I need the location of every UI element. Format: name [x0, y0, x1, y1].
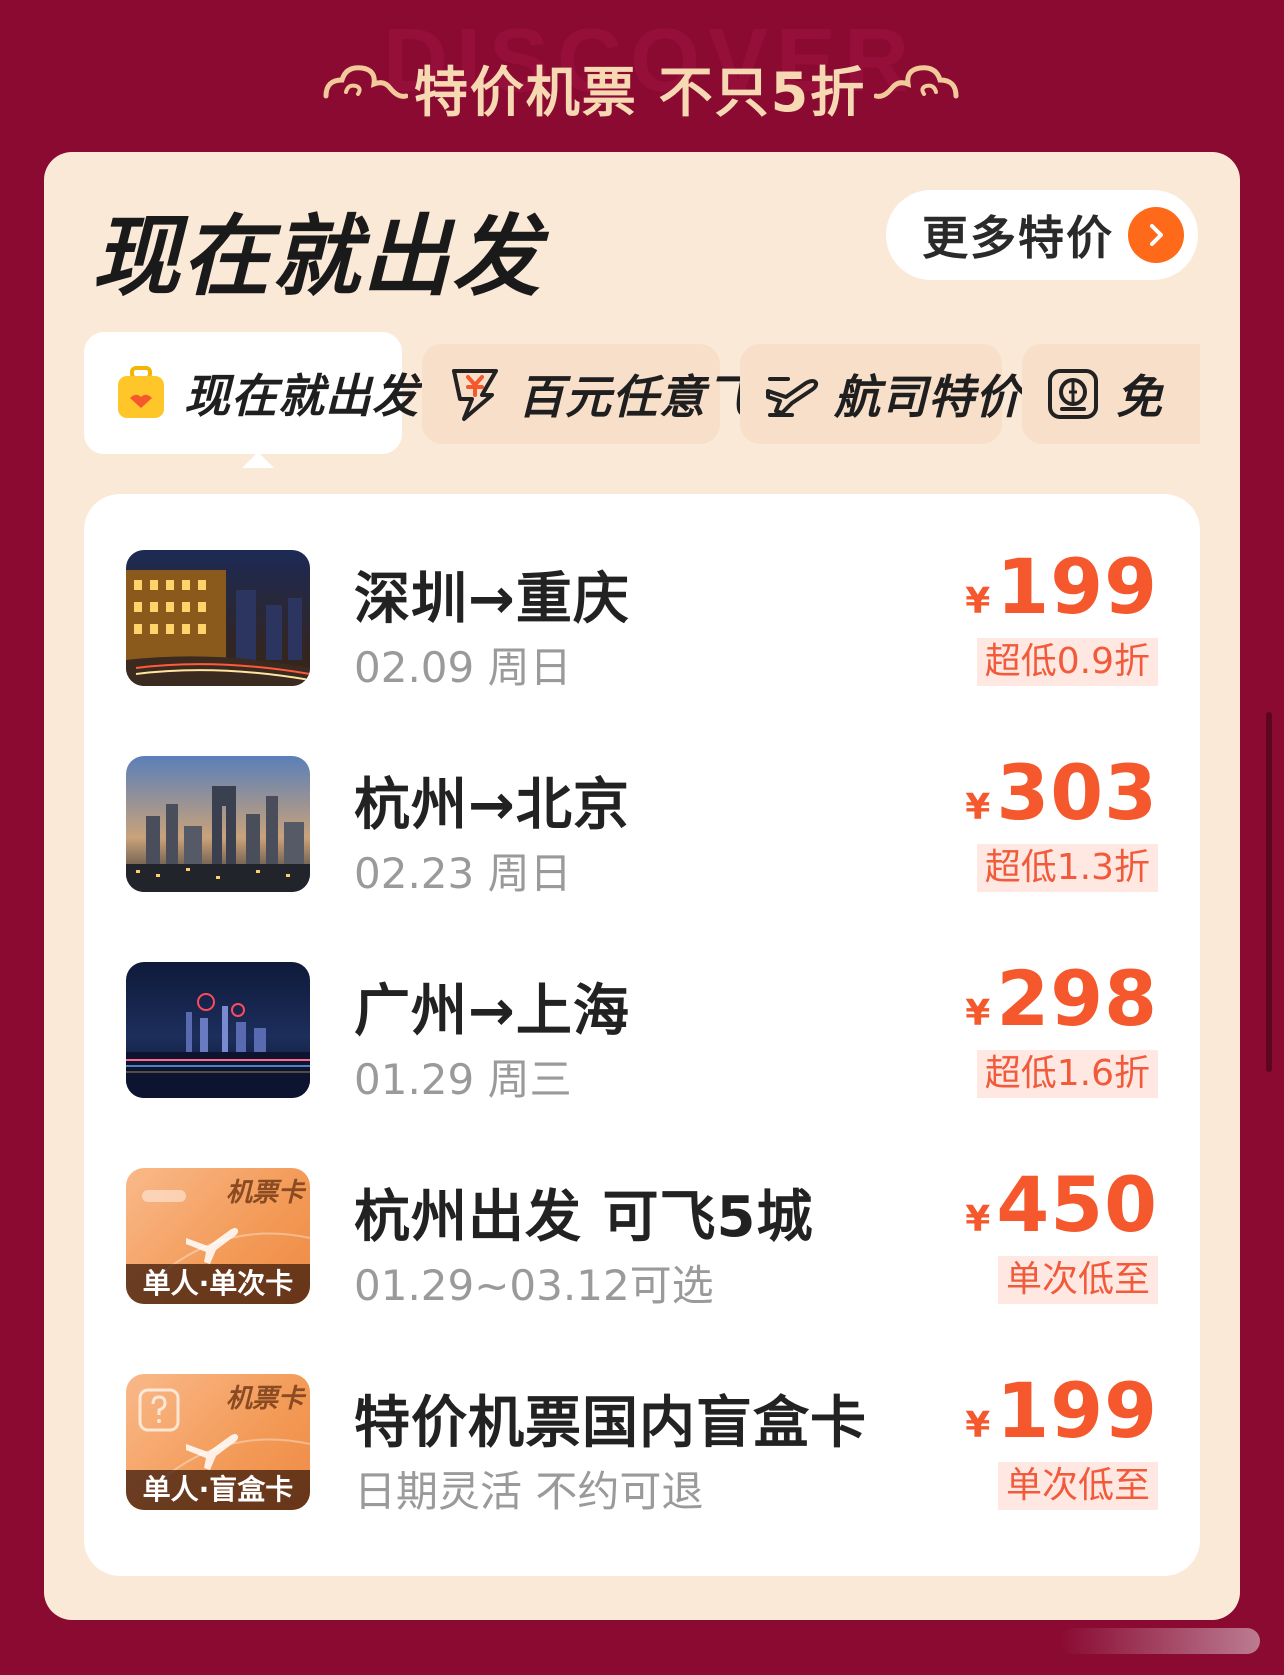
price: ¥199 [965, 1366, 1158, 1455]
price: ¥199 [965, 542, 1158, 631]
price-amount: 199 [996, 542, 1158, 631]
ticket-card-thumbnail: 机票卡 单人·单次卡 [126, 1168, 310, 1304]
deals-card: 现在就出发 更多特价 现在就出发 百元任意飞 航司特价 免 深圳→重庆 02.0… [44, 152, 1240, 1620]
suitcase-icon [118, 366, 164, 418]
tab-airline-deals[interactable]: 航司特价 [740, 344, 1021, 444]
currency-symbol: ¥ [965, 1405, 991, 1446]
chevron-right-icon [1128, 207, 1184, 263]
discount-badge: 超低0.9折 [976, 638, 1158, 686]
tab-label: 免 [1116, 370, 1163, 424]
deal-row[interactable]: 深圳→重庆 02.09 周日 ¥199 超低0.9折 [84, 524, 1200, 704]
currency-symbol: ¥ [965, 993, 991, 1034]
tab-label: 百元任意飞 [518, 370, 753, 424]
route-title: 深圳→重庆 [354, 567, 630, 632]
price-amount: 199 [996, 1366, 1158, 1455]
blind-box-card-thumbnail: 机票卡 单人·盲盒卡 [126, 1374, 310, 1510]
discount-badge: 超低1.3折 [976, 844, 1158, 892]
page: DISCOVER 特价机票 不只5折 现在就出发 更多特价 现在就出发 百元任意… [0, 0, 1284, 1675]
passport-icon [1048, 369, 1098, 419]
more-deals-label: 更多特价 [922, 211, 1114, 265]
destination-thumbnail [126, 756, 310, 892]
price-amount: 303 [996, 748, 1158, 837]
destination-thumbnail [126, 550, 310, 686]
price-note-badge: 单次低至 [997, 1256, 1158, 1304]
deal-subtitle: 01.29~03.12可选 [354, 1261, 714, 1310]
tab-visa-free[interactable]: 免 [1022, 344, 1200, 444]
deal-subtitle: 日期灵活 不约可退 [354, 1467, 704, 1516]
route-title: 杭州→北京 [354, 773, 630, 838]
price: ¥450 [965, 1160, 1158, 1249]
tab-hundred-yuan-fly[interactable]: 百元任意飞 [422, 344, 752, 444]
scrollbar[interactable] [1266, 712, 1272, 1072]
banner-title: 特价机票 不只5折 [413, 61, 867, 124]
destination-thumbnail [126, 962, 310, 1098]
deal-title: 特价机票国内盲盒卡 [354, 1391, 867, 1456]
bottom-fade [1060, 1628, 1260, 1654]
price-note-badge: 单次低至 [997, 1462, 1158, 1510]
tab-depart-now[interactable]: 现在就出发 [84, 332, 418, 454]
ticket-card-type: 单人·盲盒卡 [126, 1470, 310, 1510]
deal-row[interactable]: 广州→上海 01.29 周三 ¥298 超低1.6折 [84, 936, 1200, 1116]
category-tabs: 现在就出发 百元任意飞 航司特价 免 [84, 332, 1200, 462]
promo-banner: DISCOVER 特价机票 不只5折 [0, 0, 1284, 150]
price: ¥303 [965, 748, 1158, 837]
route-title: 广州→上海 [354, 979, 630, 1044]
currency-symbol: ¥ [965, 581, 991, 622]
ticket-card-tag: 机票卡 [225, 1178, 304, 1208]
route-date: 02.09 周日 [354, 643, 572, 692]
ticket-card-type: 单人·单次卡 [126, 1264, 310, 1304]
yen-lightning-icon [452, 369, 498, 421]
auspicious-cloud-icon [874, 65, 959, 99]
tab-label: 航司特价 [834, 370, 1022, 424]
price-amount: 298 [996, 954, 1158, 1043]
deal-title: 杭州出发 可飞5城 [354, 1185, 814, 1250]
auspicious-cloud-icon [323, 65, 408, 99]
deal-row[interactable]: 机票卡 单人·单次卡 杭州出发 可飞5城 01.29~03.12可选 ¥450 … [84, 1142, 1200, 1322]
active-tab-pointer [242, 452, 274, 468]
deal-list: 深圳→重庆 02.09 周日 ¥199 超低0.9折 杭州→北京 02.23 周… [84, 494, 1200, 1576]
route-date: 02.23 周日 [354, 849, 572, 898]
currency-symbol: ¥ [965, 787, 991, 828]
discount-badge: 超低1.6折 [976, 1050, 1158, 1098]
more-deals-button[interactable]: 更多特价 [886, 190, 1198, 280]
deal-row[interactable]: 机票卡 单人·盲盒卡 特价机票国内盲盒卡 日期灵活 不约可退 ¥199 单次低至 [84, 1348, 1200, 1528]
currency-symbol: ¥ [965, 1199, 991, 1240]
airplane-ticket-icon [766, 377, 819, 417]
card-title: 现在就出发 [92, 205, 543, 308]
price-amount: 450 [996, 1160, 1158, 1249]
ticket-card-tag: 机票卡 [225, 1384, 304, 1414]
tab-label: 现在就出发 [184, 369, 419, 423]
route-date: 01.29 周三 [354, 1055, 572, 1104]
price: ¥298 [965, 954, 1158, 1043]
deal-row[interactable]: 杭州→北京 02.23 周日 ¥303 超低1.3折 [84, 730, 1200, 910]
